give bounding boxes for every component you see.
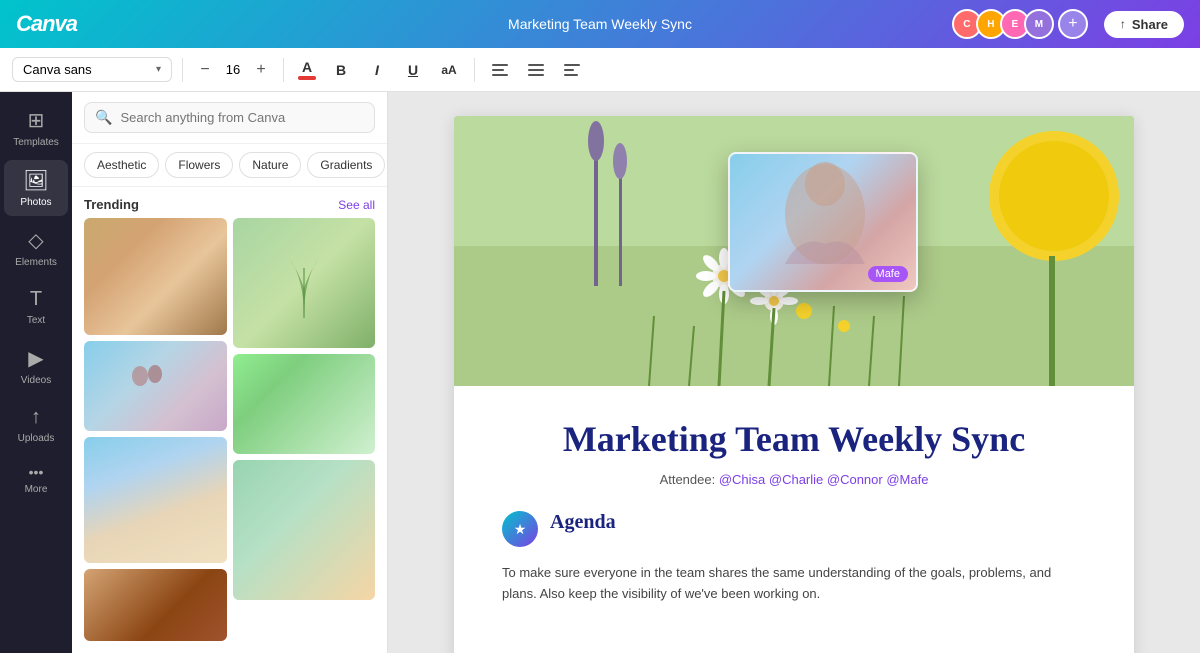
filter-chips: Aesthetic Flowers Nature Gradients ›: [72, 144, 387, 187]
color-swatch: [298, 76, 316, 80]
sidebar-item-photos-label: Photos: [20, 197, 51, 208]
agenda-content: Agenda: [550, 511, 616, 534]
sidebar-item-photos[interactable]: 🖼 Photos: [4, 160, 68, 216]
templates-icon: ⊞: [28, 108, 45, 133]
agenda-body: To make sure everyone in the team shares…: [502, 563, 1086, 605]
avatar: M: [1024, 9, 1054, 39]
attendee-names: @Chisa @Charlie @Connor @Mafe: [719, 472, 929, 487]
align-left-button[interactable]: [485, 55, 515, 85]
elements-icon: ◇: [28, 228, 43, 253]
sidebar-item-templates-label: Templates: [13, 137, 59, 148]
agenda-label: Agenda: [550, 511, 616, 534]
document-main-title: Marketing Team Weekly Sync: [502, 418, 1086, 460]
canvas-content: Marketing Team Weekly Sync Attendee: @Ch…: [454, 386, 1134, 637]
share-button[interactable]: ↑ Share: [1104, 11, 1184, 38]
photo-item-pampas[interactable]: [84, 437, 227, 563]
topbar: Canva Marketing Team Weekly Sync C H E M…: [0, 0, 1200, 48]
list-button[interactable]: [521, 55, 551, 85]
font-size-value: 16: [221, 62, 245, 77]
sidebar-item-text[interactable]: T Text: [4, 280, 68, 334]
search-icon: 🔍: [95, 109, 112, 126]
chip-gradients[interactable]: Gradients: [307, 152, 385, 178]
photo-column-1: [84, 218, 227, 641]
separator: [182, 58, 183, 82]
share-label: Share: [1132, 17, 1168, 32]
separator: [283, 58, 284, 82]
photo-item-extra1[interactable]: [84, 569, 227, 641]
search-input[interactable]: [120, 110, 364, 125]
attendee-label: Attendee:: [660, 472, 716, 487]
sidebar-item-text-label: Text: [27, 315, 45, 326]
sidebar-icons: ⊞ Templates 🖼 Photos ◇ Elements T Text ▶…: [0, 92, 72, 653]
canva-logo: Canva: [16, 11, 77, 37]
photo-grid: [72, 218, 387, 653]
sidebar-item-elements-label: Elements: [15, 257, 57, 268]
font-family-selector[interactable]: Canva sans ▾: [12, 57, 172, 82]
photo-item-women1[interactable]: [84, 341, 227, 431]
underline-button[interactable]: U: [398, 55, 428, 85]
sidebar-item-uploads-label: Uploads: [18, 433, 55, 444]
sidebar-item-templates[interactable]: ⊞ Templates: [4, 100, 68, 156]
canvas-area: Mafe: [388, 92, 1200, 653]
sidebar-item-videos[interactable]: ▶ Videos: [4, 338, 68, 394]
decrease-font-size-button[interactable]: −: [193, 58, 217, 82]
sidebar-item-uploads[interactable]: ↑ Uploads: [4, 398, 68, 452]
photo-item-yoga[interactable]: [233, 460, 376, 600]
more-icon: •••: [29, 464, 44, 480]
photo-column-2: [233, 218, 376, 641]
chip-flowers[interactable]: Flowers: [165, 152, 233, 178]
font-size-control: − 16 +: [193, 58, 273, 82]
topbar-left: Canva: [16, 11, 77, 37]
main-layout: ⊞ Templates 🖼 Photos ◇ Elements T Text ▶…: [0, 92, 1200, 653]
topbar-right: C H E M + ↑ Share: [952, 9, 1184, 39]
photo-item-food[interactable]: [84, 218, 227, 335]
list-icon: [528, 64, 544, 76]
photo-item-plant[interactable]: [233, 218, 376, 348]
chevron-down-icon: ▾: [156, 64, 161, 75]
uploads-icon: ↑: [31, 406, 41, 429]
increase-font-size-button[interactable]: +: [249, 58, 273, 82]
font-name: Canva sans: [23, 62, 92, 77]
trending-header: Trending See all: [72, 187, 387, 218]
trending-title: Trending: [84, 197, 139, 212]
font-color-label: A: [302, 60, 312, 74]
agenda-icon: ★: [502, 511, 538, 547]
sidebar-item-more[interactable]: ••• More: [4, 456, 68, 503]
sidebar-item-videos-label: Videos: [21, 375, 51, 386]
italic-button[interactable]: I: [362, 55, 392, 85]
formatting-toolbar: Canva sans ▾ − 16 + A B I U aA: [0, 48, 1200, 92]
separator: [474, 58, 475, 82]
search-bar: 🔍: [72, 92, 387, 144]
more-align-icon: [564, 64, 580, 76]
bold-button[interactable]: B: [326, 55, 356, 85]
videos-icon: ▶: [28, 346, 43, 371]
chip-aesthetic[interactable]: Aesthetic: [84, 152, 159, 178]
sidebar-item-more-label: More: [25, 484, 48, 495]
font-color-button[interactable]: A: [294, 57, 320, 83]
attendee-line: Attendee: @Chisa @Charlie @Connor @Mafe: [502, 472, 1086, 487]
mafe-badge: Mafe: [868, 266, 908, 282]
chip-nature[interactable]: Nature: [239, 152, 301, 178]
more-align-button[interactable]: [557, 55, 587, 85]
see-all-link[interactable]: See all: [338, 198, 375, 212]
photos-panel: 🔍 Aesthetic Flowers Nature Gradients › T…: [72, 92, 388, 653]
text-icon: T: [30, 288, 42, 311]
avatar-group: C H E M +: [952, 9, 1088, 39]
agenda-section: ★ Agenda: [502, 511, 1086, 547]
add-collaborator-button[interactable]: +: [1058, 9, 1088, 39]
case-button[interactable]: aA: [434, 55, 464, 85]
sidebar-item-elements[interactable]: ◇ Elements: [4, 220, 68, 276]
photos-icon: 🖼: [23, 168, 48, 193]
photo-item-sunglasses[interactable]: [233, 354, 376, 454]
search-input-wrap: 🔍: [84, 102, 375, 133]
document-title: Marketing Team Weekly Sync: [508, 16, 692, 32]
drag-overlay: Mafe: [728, 152, 918, 292]
share-icon: ↑: [1120, 17, 1126, 31]
align-left-icon: [492, 64, 508, 76]
